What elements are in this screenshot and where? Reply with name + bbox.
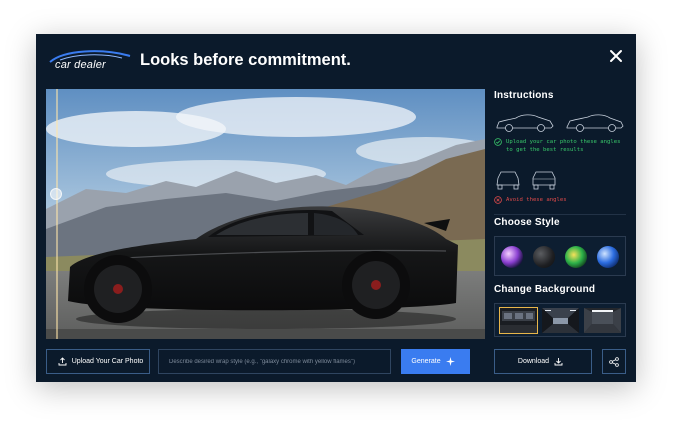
- choose-style-title: Choose Style: [494, 217, 560, 228]
- drag-handle-icon[interactable]: [50, 188, 62, 200]
- style-swatch-green-flame[interactable]: [565, 246, 587, 268]
- download-icon: [554, 358, 563, 366]
- share-icon: [609, 356, 619, 367]
- background-thumb-tunnel-lights[interactable]: [542, 308, 579, 333]
- check-circle-icon: [494, 138, 502, 146]
- background-options: [494, 303, 626, 337]
- change-background-title: Change Background: [494, 284, 596, 295]
- bad-angle-rear-car-icon: [532, 171, 556, 190]
- close-icon[interactable]: [608, 48, 624, 64]
- good-angle-side-car-icon: [566, 114, 624, 132]
- good-angles-note: Upload your car photo these angles to ge…: [506, 139, 621, 153]
- page-title: Looks before commitment.: [140, 51, 351, 69]
- compare-divider[interactable]: [56, 89, 58, 339]
- bad-angles-note: Avoid these angles: [506, 197, 567, 203]
- upload-car-photo-button[interactable]: Upload Your Car Photo: [46, 349, 150, 374]
- instructions-title: Instructions: [494, 90, 554, 101]
- download-button[interactable]: Download: [494, 349, 592, 374]
- share-button[interactable]: [602, 349, 626, 374]
- background-thumb-studio-garage[interactable]: [584, 308, 621, 333]
- upload-button-label: Upload Your Car Photo: [71, 358, 144, 365]
- car-preview-image: [46, 89, 485, 339]
- car-wrap-modal: car dealer Looks before commitment. Inst…: [36, 34, 636, 382]
- sparkle-icon: [445, 357, 455, 366]
- download-button-label: Download: [517, 358, 550, 365]
- generate-button[interactable]: Generate: [401, 349, 470, 374]
- style-swatch-blue-gloss[interactable]: [597, 246, 619, 268]
- style-options: [494, 236, 626, 276]
- good-angle-side-car-icon: [496, 114, 554, 132]
- upload-icon: [58, 357, 67, 366]
- panel-divider: [494, 214, 626, 215]
- generate-button-label: Generate: [411, 358, 441, 365]
- bad-angle-front-car-icon: [496, 171, 520, 190]
- x-circle-icon: [494, 196, 502, 204]
- wrap-style-prompt-input[interactable]: [158, 349, 391, 374]
- background-thumb-showroom-dark[interactable]: [499, 307, 538, 334]
- style-swatch-matte-black[interactable]: [533, 246, 555, 268]
- brand-name: car dealer: [55, 59, 106, 71]
- style-swatch-galaxy-chrome[interactable]: [501, 246, 523, 268]
